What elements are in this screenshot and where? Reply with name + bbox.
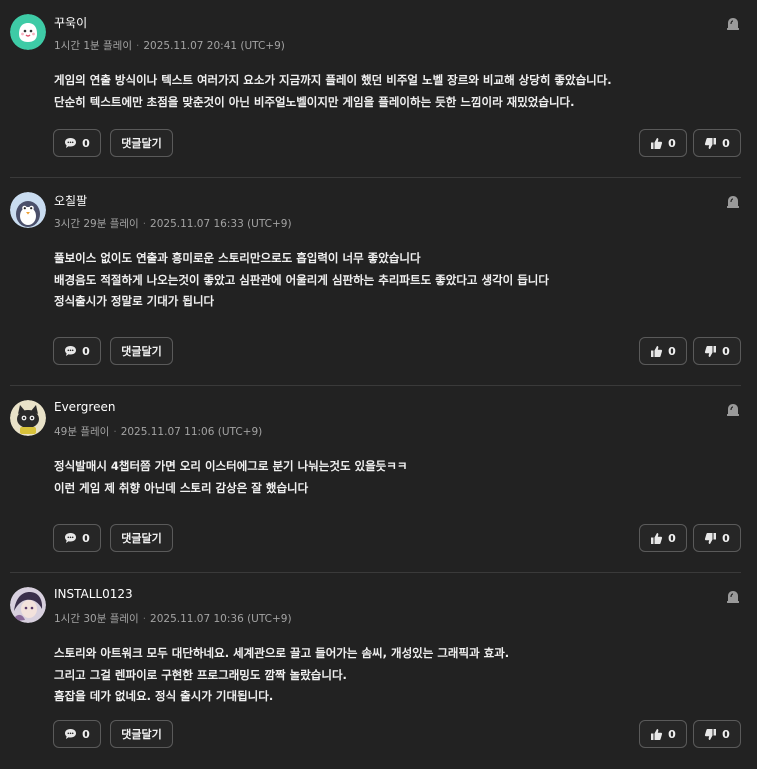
thumbs-down-icon [704, 728, 717, 741]
review-line: 그리고 그걸 렌파이로 구현한 프로그래밍도 깜짝 놀랐습니다. [54, 667, 347, 682]
comment-count-button[interactable]: 0 [53, 524, 101, 552]
review-line: 흠잡을 데가 없네요. 정식 출시가 기대됩니다. [54, 689, 274, 703]
review-line: 정식출시가 정말로 기대가 됩니다 [54, 294, 215, 308]
review-line: 정식발매시 4챕터쯤 가면 오리 이스터에그로 분기 나눠는것도 있을듯ㅋㅋ [54, 459, 408, 473]
reply-button[interactable]: 댓글달기 [110, 129, 173, 157]
anime-character-avatar-icon[interactable] [10, 587, 46, 623]
meta-separator: · [142, 218, 147, 230]
thumbs-down-icon [704, 137, 717, 150]
speech-bubble-icon [64, 137, 77, 149]
siren-report-icon[interactable] [725, 15, 741, 31]
author-name[interactable]: INSTALL0123 [54, 587, 133, 601]
review-item: 오칠팔 3시간 29분 플레이 · 2025.11.07 16:33 (UTC+9)… [10, 178, 741, 386]
thumbs-up-icon [650, 345, 663, 358]
review-text: 풀보이스 없이도 연출과 흥미로운 스토리만으로도 흡입력이 너무 좋았습니다 … [54, 248, 549, 313]
review-item: INSTALL0123 1시간 30분 플레이 · 2025.11.07 10:36… [10, 573, 741, 769]
review-text: 스토리와 아트워크 모두 대단하네요. 세계관으로 끌고 들어가는 솜씨, 개성… [54, 643, 509, 708]
review-date: 2025.11.07 20:41 (UTC+9) [143, 40, 285, 52]
dislike-button[interactable]: 0 [693, 524, 741, 552]
comment-count: 0 [82, 344, 90, 358]
meta-separator: · [136, 40, 140, 52]
review-actions-right: 0 0 [639, 524, 741, 552]
teal-blob-avatar-icon[interactable] [10, 14, 46, 50]
like-button[interactable]: 0 [639, 720, 687, 748]
review-line: 게임의 연출 방식이나 텍스트 여러가지 요소가 지금까지 플레이 했던 비주얼… [54, 73, 612, 87]
review-date: 2025.11.07 11:06 (UTC+9) [120, 426, 263, 438]
review-meta: 1시간 1분 플레이 · 2025.11.07 20:41 (UTC+9) [54, 38, 285, 53]
reply-button[interactable]: 댓글달기 [110, 337, 173, 365]
review-item: Evergreen 49분 플레이 · 2025.11.07 11:06 (UTC+… [10, 386, 741, 573]
review-actions-right: 0 0 [639, 129, 741, 157]
speech-bubble-icon [64, 728, 77, 740]
review-date: 2025.11.07 16:33 (UTC+9) [150, 218, 292, 230]
like-button[interactable]: 0 [639, 129, 687, 157]
review-meta: 49분 플레이 · 2025.11.07 11:06 (UTC+9) [54, 424, 262, 439]
playtime: 1시간 30분 플레이 [54, 613, 139, 625]
thumbs-down-icon [704, 532, 717, 545]
playtime: 49분 플레이 [54, 426, 110, 438]
thumbs-up-icon [650, 728, 663, 741]
siren-report-icon[interactable] [725, 401, 741, 417]
penguin-avatar-icon[interactable] [10, 192, 46, 228]
meta-separator: · [142, 613, 147, 625]
thumbs-up-icon [650, 137, 663, 150]
like-count: 0 [668, 531, 676, 545]
reply-button[interactable]: 댓글달기 [110, 524, 173, 552]
comment-count: 0 [82, 531, 90, 545]
comment-count: 0 [82, 136, 90, 150]
like-count: 0 [668, 344, 676, 358]
playtime: 1시간 1분 플레이 [54, 40, 132, 52]
review-actions-left: 0 댓글달기 [53, 524, 173, 552]
review-line: 단순히 텍스트에만 초점을 맞춘것이 아닌 비주얼노벨이지만 게임을 플레이하는… [54, 94, 575, 109]
review-meta: 3시간 29분 플레이 · 2025.11.07 16:33 (UTC+9) [54, 216, 292, 231]
review-meta: 1시간 30분 플레이 · 2025.11.07 10:36 (UTC+9) [54, 611, 292, 626]
review-actions-left: 0 댓글달기 [53, 337, 173, 365]
review-actions-left: 0 댓글달기 [53, 720, 173, 748]
review-date: 2025.11.07 10:36 (UTC+9) [150, 613, 292, 625]
siren-report-icon[interactable] [725, 193, 741, 209]
review-line: 이런 게임 제 취향 아닌데 스토리 감상은 잘 했습니다 [54, 480, 309, 495]
like-button[interactable]: 0 [639, 524, 687, 552]
review-line: 풀보이스 없이도 연출과 흥미로운 스토리만으로도 흡입력이 너무 좋았습니다 [54, 251, 421, 265]
dislike-count: 0 [722, 531, 730, 545]
review-text: 게임의 연출 방식이나 텍스트 여러가지 요소가 지금까지 플레이 했던 비주얼… [54, 70, 612, 113]
like-count: 0 [668, 727, 676, 741]
like-button[interactable]: 0 [639, 337, 687, 365]
comment-count-button[interactable]: 0 [53, 720, 101, 748]
dislike-button[interactable]: 0 [693, 129, 741, 157]
review-text: 정식발매시 4챕터쯤 가면 오리 이스터에그로 분기 나눠는것도 있을듯ㅋㅋ 이… [54, 456, 407, 499]
reply-button[interactable]: 댓글달기 [110, 720, 173, 748]
dislike-count: 0 [722, 727, 730, 741]
review-line: 스토리와 아트워크 모두 대단하네요. 세계관으로 끌고 들어가는 솜씨, 개성… [54, 646, 510, 660]
playtime: 3시간 29분 플레이 [54, 218, 139, 230]
thumbs-down-icon [704, 345, 717, 358]
review-actions-left: 0 댓글달기 [53, 129, 173, 157]
author-name[interactable]: 오칠팔 [54, 192, 87, 209]
review-actions-right: 0 0 [639, 337, 741, 365]
cat-avatar-icon[interactable] [10, 400, 46, 436]
dislike-button[interactable]: 0 [693, 720, 741, 748]
speech-bubble-icon [64, 345, 77, 357]
thumbs-up-icon [650, 532, 663, 545]
comment-count-button[interactable]: 0 [53, 129, 101, 157]
comment-count-button[interactable]: 0 [53, 337, 101, 365]
author-name[interactable]: Evergreen [54, 400, 115, 414]
meta-separator: · [113, 426, 117, 438]
comment-count: 0 [82, 727, 90, 741]
dislike-button[interactable]: 0 [693, 337, 741, 365]
review-actions-right: 0 0 [639, 720, 741, 748]
speech-bubble-icon [64, 532, 77, 544]
dislike-count: 0 [722, 136, 730, 150]
dislike-count: 0 [722, 344, 730, 358]
like-count: 0 [668, 136, 676, 150]
review-item: 꾸욱이 1시간 1분 플레이 · 2025.11.07 20:41 (UTC+9) … [10, 0, 741, 178]
review-line: 배경음도 적절하게 나오는것이 좋았고 심판관에 어울리게 심판하는 추리파트도… [54, 272, 549, 287]
review-list: 꾸욱이 1시간 1분 플레이 · 2025.11.07 20:41 (UTC+9) … [0, 0, 757, 769]
author-name[interactable]: 꾸욱이 [54, 14, 87, 31]
siren-report-icon[interactable] [725, 588, 741, 604]
